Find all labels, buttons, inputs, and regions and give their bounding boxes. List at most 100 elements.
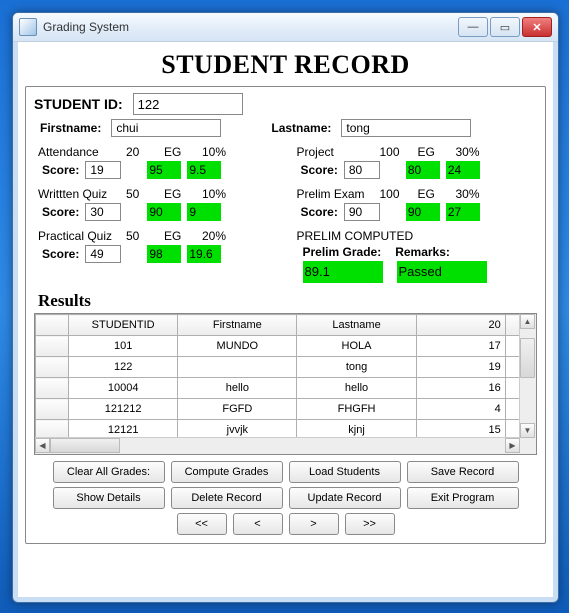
cell-lastname[interactable]: FHGFH bbox=[297, 399, 416, 420]
grid-header[interactable]: EG bbox=[505, 315, 520, 336]
attendance-eg-value: 95 bbox=[147, 161, 181, 179]
cell-col4[interactable]: 19 bbox=[416, 357, 505, 378]
cell-col5[interactable]: 20 bbox=[505, 399, 520, 420]
student-id-input[interactable] bbox=[133, 93, 243, 115]
remarks-label: Remarks: bbox=[395, 245, 450, 259]
titlebar[interactable]: Grading System — ▭ ✕ bbox=[13, 13, 558, 42]
computed-title: PRELIM COMPUTED bbox=[297, 229, 538, 243]
scroll-thumb-horizontal[interactable] bbox=[50, 438, 120, 453]
nav-first-button[interactable]: << bbox=[177, 513, 227, 535]
load-students-button[interactable]: Load Students bbox=[289, 461, 401, 483]
delete-record-button[interactable]: Delete Record bbox=[171, 487, 283, 509]
written-eg-label: EG bbox=[164, 187, 194, 201]
results-title: Results bbox=[38, 291, 537, 311]
row-header[interactable] bbox=[36, 336, 69, 357]
cell-lastname[interactable]: HOLA bbox=[297, 336, 416, 357]
maximize-button[interactable]: ▭ bbox=[490, 17, 520, 37]
grid-header[interactable]: 20 bbox=[416, 315, 505, 336]
cell-col5[interactable]: 80 bbox=[505, 378, 520, 399]
row-header[interactable] bbox=[36, 399, 69, 420]
cell-firstname[interactable]: hello bbox=[178, 378, 297, 399]
written-score-input[interactable] bbox=[85, 203, 121, 221]
results-grid[interactable]: STUDENTIDFirstnameLastname20EG101MUNDOHO… bbox=[34, 313, 537, 455]
table-row[interactable]: 121212FGFDFHGFH420 bbox=[36, 399, 521, 420]
cell-lastname[interactable]: kjnj bbox=[297, 420, 416, 439]
grid-header[interactable]: Firstname bbox=[178, 315, 297, 336]
cell-studentid[interactable]: 121212 bbox=[69, 399, 178, 420]
prelim-title: Prelim Exam bbox=[297, 187, 372, 201]
project-group: Project 100 EG 30% Score: 80 24 bbox=[293, 145, 538, 179]
cell-firstname[interactable]: FGFD bbox=[178, 399, 297, 420]
cell-lastname[interactable]: hello bbox=[297, 378, 416, 399]
written-max: 50 bbox=[126, 187, 156, 201]
update-record-button[interactable]: Update Record bbox=[289, 487, 401, 509]
cell-col4[interactable]: 16 bbox=[416, 378, 505, 399]
cell-col4[interactable]: 15 bbox=[416, 420, 505, 439]
show-details-button[interactable]: Show Details bbox=[53, 487, 165, 509]
row-header[interactable] bbox=[36, 420, 69, 439]
nav-last-button[interactable]: >> bbox=[345, 513, 395, 535]
table-row[interactable]: 10004hellohello1680 bbox=[36, 378, 521, 399]
attendance-calc-value: 9.5 bbox=[187, 161, 221, 179]
scroll-down-icon[interactable]: ▼ bbox=[520, 423, 535, 438]
clear-all-grades-button[interactable]: Clear All Grades: bbox=[53, 461, 165, 483]
cell-lastname[interactable]: tong bbox=[297, 357, 416, 378]
grid-header[interactable]: Lastname bbox=[297, 315, 416, 336]
save-record-button[interactable]: Save Record bbox=[407, 461, 519, 483]
attendance-score-label: Score: bbox=[42, 163, 79, 177]
cell-firstname[interactable]: jvvjk bbox=[178, 420, 297, 439]
cell-studentid[interactable]: 101 bbox=[69, 336, 178, 357]
written-calc-value: 9 bbox=[187, 203, 221, 221]
cell-studentid[interactable]: 12121 bbox=[69, 420, 178, 439]
horizontal-scrollbar[interactable]: ◀ ▶ bbox=[35, 437, 520, 454]
scroll-right-icon[interactable]: ▶ bbox=[505, 438, 520, 453]
app-window: Grading System — ▭ ✕ STUDENT RECORD STUD… bbox=[12, 12, 559, 603]
practical-title: Practical Quiz bbox=[38, 229, 118, 243]
attendance-score-input[interactable] bbox=[85, 161, 121, 179]
practical-score-label: Score: bbox=[42, 247, 79, 261]
cell-studentid[interactable]: 122 bbox=[69, 357, 178, 378]
firstname-input[interactable] bbox=[111, 119, 221, 137]
scroll-thumb-vertical[interactable] bbox=[520, 338, 535, 378]
practical-calc-value: 19.6 bbox=[187, 245, 221, 263]
project-score-input[interactable] bbox=[344, 161, 380, 179]
scroll-corner bbox=[520, 438, 536, 454]
scroll-left-icon[interactable]: ◀ bbox=[35, 438, 50, 453]
cell-col5[interactable]: 85 bbox=[505, 336, 520, 357]
close-button[interactable]: ✕ bbox=[522, 17, 552, 37]
page-title: STUDENT RECORD bbox=[25, 50, 546, 80]
table-row[interactable]: 122chuitong1995 bbox=[36, 357, 521, 378]
prelim-grade-value: 89.1 bbox=[303, 261, 383, 283]
prelim-score-input[interactable] bbox=[344, 203, 380, 221]
exit-program-button[interactable]: Exit Program bbox=[407, 487, 519, 509]
compute-grades-button[interactable]: Compute Grades bbox=[171, 461, 283, 483]
table-row[interactable]: 101MUNDOHOLA1785 bbox=[36, 336, 521, 357]
cell-col5[interactable]: 75 bbox=[505, 420, 520, 439]
practical-score-input[interactable] bbox=[85, 245, 121, 263]
cell-studentid[interactable]: 10004 bbox=[69, 378, 178, 399]
minimize-button[interactable]: — bbox=[458, 17, 488, 37]
attendance-group: Attendance 20 EG 10% Score: 95 9.5 bbox=[34, 145, 279, 179]
prelim-calc-value: 27 bbox=[446, 203, 480, 221]
lastname-input[interactable] bbox=[341, 119, 471, 137]
project-eg-label: EG bbox=[418, 145, 448, 159]
student-id-label: STUDENT ID: bbox=[34, 96, 123, 112]
scroll-up-icon[interactable]: ▲ bbox=[520, 314, 535, 329]
project-title: Project bbox=[297, 145, 372, 159]
vertical-scrollbar[interactable]: ▲ ▼ bbox=[519, 314, 536, 438]
cell-firstname[interactable]: MUNDO bbox=[178, 336, 297, 357]
cell-firstname[interactable]: chui bbox=[178, 357, 297, 378]
cell-col4[interactable]: 17 bbox=[416, 336, 505, 357]
row-header[interactable] bbox=[36, 378, 69, 399]
grid-header[interactable]: STUDENTID bbox=[69, 315, 178, 336]
prelim-eg-value: 90 bbox=[406, 203, 440, 221]
nav-prev-button[interactable]: < bbox=[233, 513, 283, 535]
cell-col5[interactable]: 95 bbox=[505, 357, 520, 378]
table-row[interactable]: 12121jvvjkkjnj1575 bbox=[36, 420, 521, 439]
nav-next-button[interactable]: > bbox=[289, 513, 339, 535]
project-score-label: Score: bbox=[301, 163, 338, 177]
cell-col4[interactable]: 4 bbox=[416, 399, 505, 420]
attendance-max: 20 bbox=[126, 145, 156, 159]
row-header[interactable] bbox=[36, 357, 69, 378]
grid-corner[interactable] bbox=[36, 315, 69, 336]
